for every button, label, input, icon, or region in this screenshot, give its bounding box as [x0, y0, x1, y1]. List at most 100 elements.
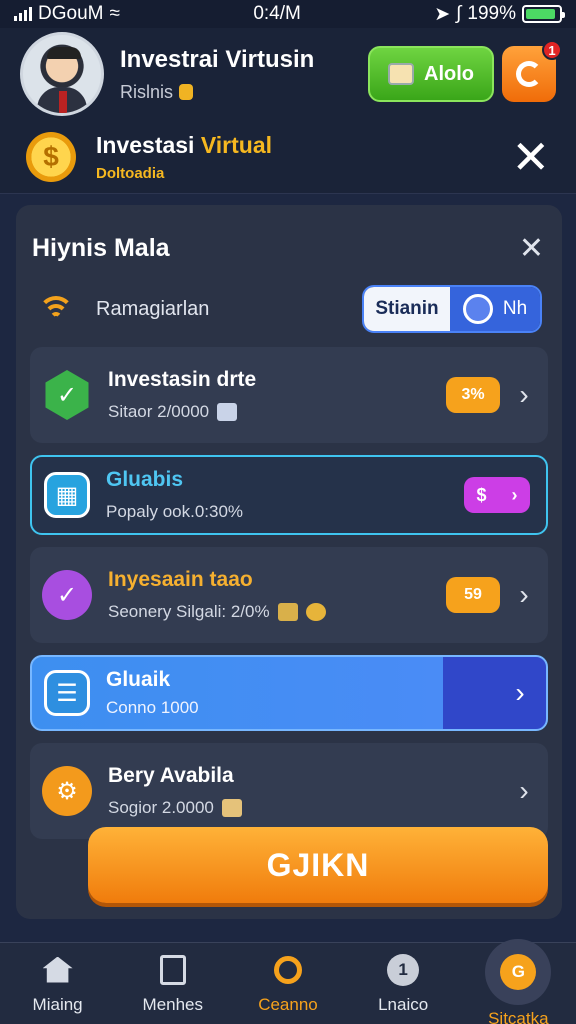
note-icon: ☰	[44, 670, 90, 716]
toggle-row: Ramagiarlan Stianin Nh	[30, 277, 548, 341]
panel-header: Hiynis Mala ✕	[30, 219, 548, 277]
list-item-body: Gluabis Popaly ook.0:30%	[106, 468, 464, 522]
green-action-button[interactable]: Alolo	[368, 46, 494, 102]
toggle-label: Ramagiarlan	[96, 297, 210, 320]
banner-close-icon[interactable]: ✕	[511, 134, 550, 180]
status-bar: DGouM ≈ 0:4/M ➤ ∫ 199%	[0, 0, 576, 28]
tab-documents[interactable]: Menhes	[123, 953, 223, 1015]
tab-label: Miaing	[32, 994, 83, 1014]
banner-title-accent: Virtual	[200, 131, 272, 158]
list-item-body: Investasin drte Sitaor 2/0000	[108, 368, 446, 422]
list-item-title: Gluabis	[106, 468, 184, 491]
gear-icon: ⚙	[42, 766, 92, 816]
list-item-body: Bery Avabila Sogior 2.0000	[108, 764, 516, 818]
profile-header: Investrai Virtusin Rislnis Alolo 1	[0, 28, 576, 120]
bluetooth-icon: ∫	[456, 3, 462, 24]
battery-percent: 199%	[467, 3, 516, 24]
calendar-icon	[217, 403, 238, 421]
profile-title: Investrai Virtusin	[120, 45, 315, 73]
check-badge-icon: ✓	[45, 370, 89, 420]
chart-icon: ▦	[44, 472, 90, 518]
segment-option-a[interactable]: Stianin	[364, 287, 450, 331]
status-right: ➤ ∫ 199%	[434, 3, 565, 26]
profile-subtitle: Rislnis	[120, 81, 174, 102]
status-time: 0:4/M	[253, 3, 301, 24]
tab-label: Sitcatka	[488, 1008, 549, 1024]
list-item-subtitle-row: Sogior 2.0000	[108, 798, 516, 818]
heart-check-icon: ✓	[42, 570, 92, 620]
list-item[interactable]: ☰ Gluaik Conno 1000 ›	[30, 655, 548, 731]
list-item-title: Bery Avabila	[108, 764, 234, 787]
notification-badge: 1	[542, 40, 562, 60]
chevron-right-icon[interactable]: ›	[494, 657, 546, 729]
money-bag-icon	[221, 799, 242, 817]
panel-title: Hiynis Mala	[32, 233, 170, 262]
percent-badge: 3%	[446, 377, 500, 413]
tab-label: Ceanno	[258, 994, 318, 1014]
chat-icon	[462, 294, 493, 324]
chevron-right-icon: ›	[519, 579, 529, 610]
chevron-right-icon: ›	[519, 379, 529, 410]
coin-stack-icon	[305, 603, 326, 621]
list-item-subtitle: Popaly ook.0:30%	[106, 502, 244, 521]
robot-icon	[277, 603, 298, 621]
refresh-icon	[516, 61, 542, 87]
green-action-label: Alolo	[424, 62, 474, 85]
list-item-subtitle: Conno 1000	[106, 698, 199, 717]
chevron-right-icon: ›	[511, 484, 518, 505]
dollar-coin-icon: $	[26, 131, 76, 182]
list-item-subtitle-row: Sitaor 2/0000	[108, 402, 446, 422]
segment-option-b-label: Nh	[502, 298, 528, 319]
dollar-label: $	[476, 484, 487, 505]
banner-title: Investasi Virtual	[96, 132, 511, 159]
list-item-title: Inyesaain taao	[108, 568, 253, 591]
list-item[interactable]: ▦ Gluabis Popaly ook.0:30% $ ›	[30, 455, 548, 535]
banner-title-white: Investasi	[96, 131, 201, 158]
list-item-subtitle: Sogior 2.0000	[108, 798, 214, 817]
home-icon	[41, 953, 75, 987]
star-icon: G	[485, 938, 552, 1005]
profile-subtitle-row: Rislnis	[120, 82, 368, 103]
investment-banner: $ Investasi Virtual Doltoadia ✕	[0, 120, 576, 194]
wifi-icon	[38, 296, 74, 322]
tab-search[interactable]: Ceanno	[238, 953, 338, 1015]
coin-bag-icon	[179, 84, 194, 100]
bottom-tab-bar: Miaing Menhes Ceanno 1 Lnaico G Sitcatka	[0, 938, 576, 1024]
list-item-subtitle: Seonery Silgali: 2/0%	[108, 602, 270, 621]
document-icon	[156, 953, 190, 987]
list-item[interactable]: ✓ Inyesaain taao Seonery Silgali: 2/0% 5…	[30, 547, 548, 643]
tab-home[interactable]: Miaing	[8, 953, 108, 1015]
search-icon	[271, 953, 305, 987]
device-icon	[388, 63, 414, 85]
status-left: DGouM ≈	[14, 3, 120, 25]
banner-subtitle: Doltoadia	[96, 164, 165, 182]
avatar[interactable]	[20, 32, 104, 116]
segment-option-b[interactable]: Nh	[450, 287, 540, 331]
profile-info: Investrai Virtusin Rislnis	[120, 46, 368, 103]
panel-close-icon[interactable]: ✕	[519, 231, 544, 266]
tab-info[interactable]: 1 Lnaico	[353, 953, 453, 1015]
signal-icon	[14, 7, 32, 21]
list-item-title: Investasin drte	[108, 368, 257, 391]
refresh-button[interactable]: 1	[502, 40, 562, 102]
list-item-title: Gluaik	[106, 668, 171, 691]
tab-label: Menhes	[142, 994, 204, 1014]
list-item[interactable]: ✓ Investasin drte Sitaor 2/0000 3% ›	[30, 347, 548, 443]
percent-badge: 59	[446, 577, 500, 613]
chevron-right-icon: ›	[519, 775, 529, 806]
carrier-label: DGouM	[38, 3, 104, 24]
info-icon: 1	[386, 953, 420, 987]
segment-control: Stianin Nh	[362, 285, 542, 333]
list-item-body: Inyesaain taao Seonery Silgali: 2/0%	[108, 568, 446, 622]
primary-cta-button[interactable]: GJIKN	[88, 827, 548, 903]
tab-special[interactable]: G Sitcatka	[468, 938, 568, 1024]
dollar-action-button[interactable]: $ ›	[464, 477, 530, 513]
list-item-subtitle: Sitaor 2/0000	[108, 402, 210, 421]
list-item-subtitle-row: Seonery Silgali: 2/0%	[108, 602, 446, 622]
banner-text: Investasi Virtual Doltoadia	[96, 132, 511, 182]
options-panel: Hiynis Mala ✕ Ramagiarlan Stianin Nh ✓ I…	[16, 205, 562, 919]
location-icon: ➤	[434, 3, 451, 25]
battery-icon	[522, 5, 565, 23]
list-item[interactable]: ⚙ Bery Avabila Sogior 2.0000 ›	[30, 743, 548, 839]
list-item-body: Gluaik Conno 1000	[106, 668, 530, 718]
